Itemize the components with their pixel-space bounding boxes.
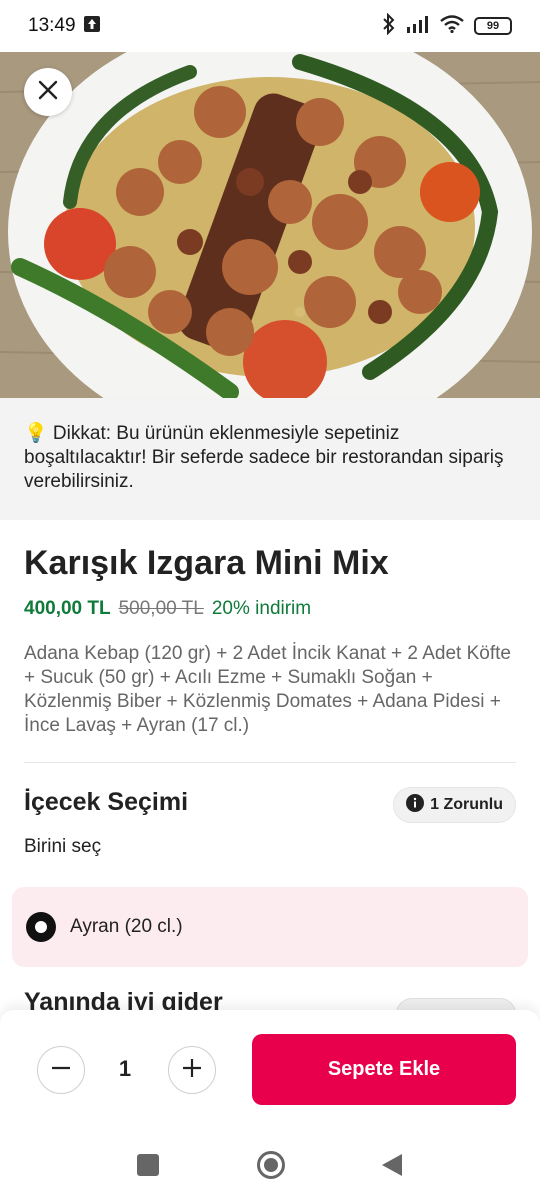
product-description: Adana Kebap (120 gr) + 2 Adet İncik Kana… [24,643,511,736]
close-button[interactable] [24,68,72,116]
drink-section-title: İçecek Seçimi [24,788,189,816]
info-icon [406,793,425,817]
increase-quantity-button[interactable] [168,1046,216,1094]
plus-icon [181,1057,203,1084]
battery-icon: 99 [474,17,512,35]
drink-section-subtitle: Birini seç [24,836,102,857]
product-image [0,52,540,398]
price-row: 400,00 TL 500,00 TL 20% indirim [24,598,311,620]
signal-icon [406,15,430,38]
recents-icon[interactable] [137,1154,159,1181]
old-price: 500,00 TL [118,598,204,619]
add-to-cart-button[interactable]: Sepete Ekle [252,1034,516,1105]
quantity-value: 1 [118,1056,132,1081]
notice-text: 💡 Dikkat: Bu ürünün eklenmesiyle sepetin… [24,423,504,492]
minus-icon [50,1057,72,1084]
required-badge-label: 1 Zorunlu [430,796,503,813]
radio-selected-icon[interactable] [26,912,56,942]
wifi-icon [440,14,464,38]
decrease-quantity-button[interactable] [37,1046,85,1094]
divider [24,762,516,763]
status-bar: 13:49 99 [0,0,540,52]
upload-notification-icon [83,15,100,37]
drink-option-label: Ayran (20 cl.) [70,916,183,937]
system-nav-bar [0,1130,540,1200]
back-icon[interactable] [381,1153,403,1182]
drink-option-ayran[interactable]: Ayran (20 cl.) [12,887,528,967]
current-price: 400,00 TL [24,598,111,619]
bluetooth-icon [382,12,396,40]
home-icon[interactable] [256,1150,286,1185]
status-time: 13:49 [28,15,76,36]
close-icon [37,79,59,106]
required-badge: 1 Zorunlu [393,787,516,823]
product-title: Karışık Izgara Mini Mix [24,544,389,582]
cart-warning-notice: 💡 Dikkat: Bu ürünün eklenmesiyle sepetin… [0,398,540,520]
discount-label: 20% indirim [211,598,312,619]
